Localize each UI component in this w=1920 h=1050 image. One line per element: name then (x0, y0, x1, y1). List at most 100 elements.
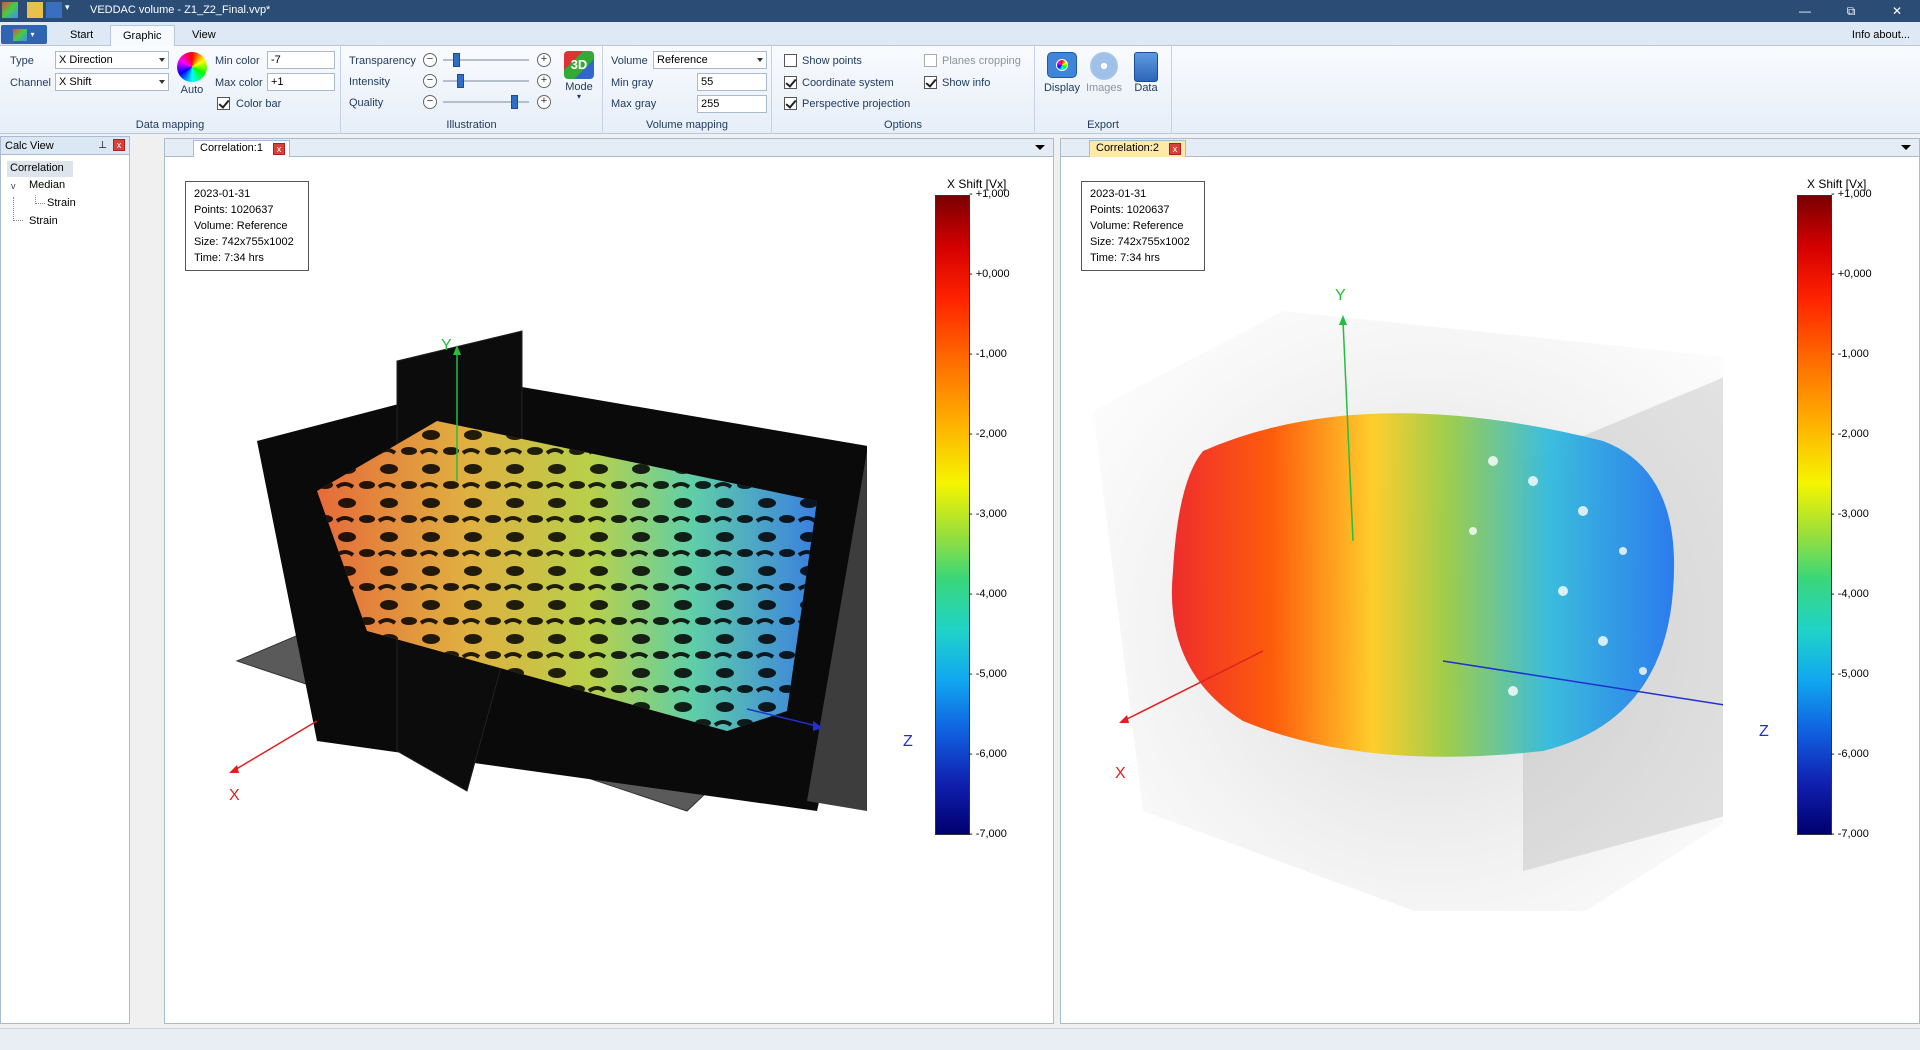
tab-start[interactable]: Start (58, 25, 105, 46)
slices-render (229, 330, 867, 812)
expand-icon[interactable]: v (11, 181, 16, 191)
chevron-down-icon[interactable] (1035, 145, 1045, 150)
color-bar-label: Color bar (236, 98, 282, 110)
type-select[interactable]: X Direction (55, 51, 169, 69)
channel-select[interactable]: X Shift (55, 73, 169, 91)
close-tab-button[interactable]: x (1168, 143, 1181, 155)
images-button[interactable]: Images (1083, 52, 1125, 94)
perspective-projection-checkbox[interactable] (784, 97, 797, 110)
correlation-2-panel: Correlation:2 x 2023-01-31 Points: 10206… (1060, 138, 1920, 1024)
restore-button[interactable]: ⧉ (1828, 0, 1874, 22)
info-points: Points: 1020637 (194, 204, 274, 216)
chevron-down-icon[interactable]: ▾ (65, 2, 73, 18)
transparency-decrease-button[interactable]: − (423, 53, 437, 67)
transparency-increase-button[interactable]: + (537, 53, 551, 67)
quality-label: Quality (349, 97, 384, 109)
volume-select[interactable]: Reference (653, 51, 767, 69)
tab-correlation-2[interactable]: Correlation:2 x (1089, 140, 1186, 157)
colorbar-tick-label: - -2,000 (1831, 428, 1869, 440)
chevron-down-icon (159, 58, 165, 62)
show-points-checkbox[interactable] (784, 54, 797, 67)
colorbar-tick-label: - -1,000 (969, 348, 1007, 360)
color-wheel-icon (177, 52, 207, 82)
max-gray-input[interactable]: 255 (697, 95, 767, 113)
display-button[interactable]: Display (1041, 52, 1083, 94)
close-window-button[interactable]: ✕ (1874, 0, 1920, 22)
colorbar-tick-label: - -6,000 (1831, 748, 1869, 760)
tree-item-median-strain[interactable]: Strain (47, 197, 76, 209)
planes-cropping-checkbox[interactable] (924, 54, 937, 67)
chevron-down-icon (159, 80, 165, 84)
colorbar-tick-label: - +0,000 (969, 268, 1010, 280)
save-icon[interactable] (46, 2, 62, 18)
data-button[interactable]: Data (1125, 52, 1167, 94)
film-reel-icon (1090, 52, 1118, 80)
info-points: Points: 1020637 (1090, 204, 1170, 216)
show-info-checkbox[interactable] (924, 76, 937, 89)
intensity-increase-button[interactable]: + (537, 74, 551, 88)
tab-correlation-2-label: Correlation:2 (1096, 142, 1159, 154)
quality-slider[interactable] (511, 95, 518, 109)
chevron-down-icon[interactable] (1901, 145, 1911, 150)
info-date: 2023-01-31 (194, 188, 251, 200)
auto-button[interactable]: Auto (176, 52, 208, 96)
z-axis-label: Z (1759, 723, 1769, 740)
tree-item-correlation[interactable]: Correlation (7, 161, 73, 177)
tab-view[interactable]: View (180, 25, 228, 46)
type-label: Type (10, 55, 34, 67)
tree-item-strain[interactable]: Strain (29, 215, 58, 227)
min-gray-label: Min gray (611, 77, 654, 89)
info-volume: Volume: Reference (1090, 220, 1184, 232)
tab-correlation-1[interactable]: Correlation:1 x (193, 140, 290, 157)
type-value: X Direction (59, 54, 113, 66)
min-gray-input[interactable]: 55 (697, 73, 767, 91)
quality-decrease-button[interactable]: − (423, 95, 437, 109)
min-color-input[interactable]: -7 (267, 51, 335, 69)
close-calc-view-button[interactable]: x (113, 139, 125, 151)
pin-icon[interactable]: ⊥ (98, 140, 107, 151)
coordinate-system-checkbox[interactable] (784, 76, 797, 89)
open-folder-icon[interactable] (27, 2, 43, 18)
render-view-1[interactable]: 2023-01-31 Points: 1020637 Volume: Refer… (167, 161, 1051, 1021)
data-scroll-icon (1134, 52, 1158, 82)
tab-correlation-1-label: Correlation:1 (200, 142, 263, 154)
tree-connector (35, 195, 45, 204)
colorbar-tick-label: - +0,000 (1831, 268, 1872, 280)
tree-connector (13, 197, 23, 221)
info-about-link[interactable]: Info about... (1852, 29, 1910, 41)
colorbar-tick-label: - +1,000 (969, 188, 1010, 200)
colorbar-tick-label: - -4,000 (1831, 588, 1869, 600)
app-menu-button[interactable]: ▾ (1, 25, 47, 44)
max-color-input[interactable]: +1 (267, 73, 335, 91)
ribbon-tabs: ▾ Start Graphic View Info about... (0, 22, 1920, 46)
intensity-slider[interactable] (457, 74, 465, 88)
illustration-group-label: Illustration (446, 119, 497, 131)
colorbar-tick-label: - -4,000 (969, 588, 1007, 600)
colorbar-tick-label: - -3,000 (969, 508, 1007, 520)
tab-graphic[interactable]: Graphic (110, 25, 175, 46)
mode-button[interactable]: 3D Mode ▾ (559, 51, 599, 101)
3d-mode-icon: 3D (564, 51, 594, 79)
status-bar (0, 1028, 1920, 1050)
window-title: VEDDAC volume - Z1_Z2_Final.vvp* (90, 4, 271, 16)
minimize-button[interactable]: — (1782, 0, 1828, 22)
quality-increase-button[interactable]: + (537, 95, 551, 109)
app-logo-icon (2, 2, 18, 18)
z-axis-label: Z (903, 733, 913, 750)
illustration-group: Transparency − + Intensity − + Quality −… (341, 46, 603, 134)
planes-cropping-label: Planes cropping (942, 55, 1021, 67)
colorbar-tick-label: - -5,000 (1831, 668, 1869, 680)
render-view-2[interactable]: 2023-01-31 Points: 1020637 Volume: Refer… (1063, 161, 1917, 1021)
options-group: Show points Coordinate system Perspectiv… (772, 46, 1035, 134)
x-axis-label: X (229, 787, 240, 804)
transparency-slider[interactable] (452, 53, 460, 67)
colorbar-tick-label: - +1,000 (1831, 188, 1872, 200)
display-label: Display (1043, 82, 1081, 94)
close-tab-button[interactable]: x (272, 143, 285, 155)
color-bar-checkbox[interactable] (217, 97, 230, 110)
max-gray-label: Max gray (611, 98, 657, 110)
correlation-1-tabs: Correlation:1 x (165, 139, 1053, 157)
chevron-down-icon: ▾ (30, 30, 35, 39)
intensity-decrease-button[interactable]: − (423, 74, 437, 88)
tree-item-median[interactable]: Median (29, 179, 65, 191)
